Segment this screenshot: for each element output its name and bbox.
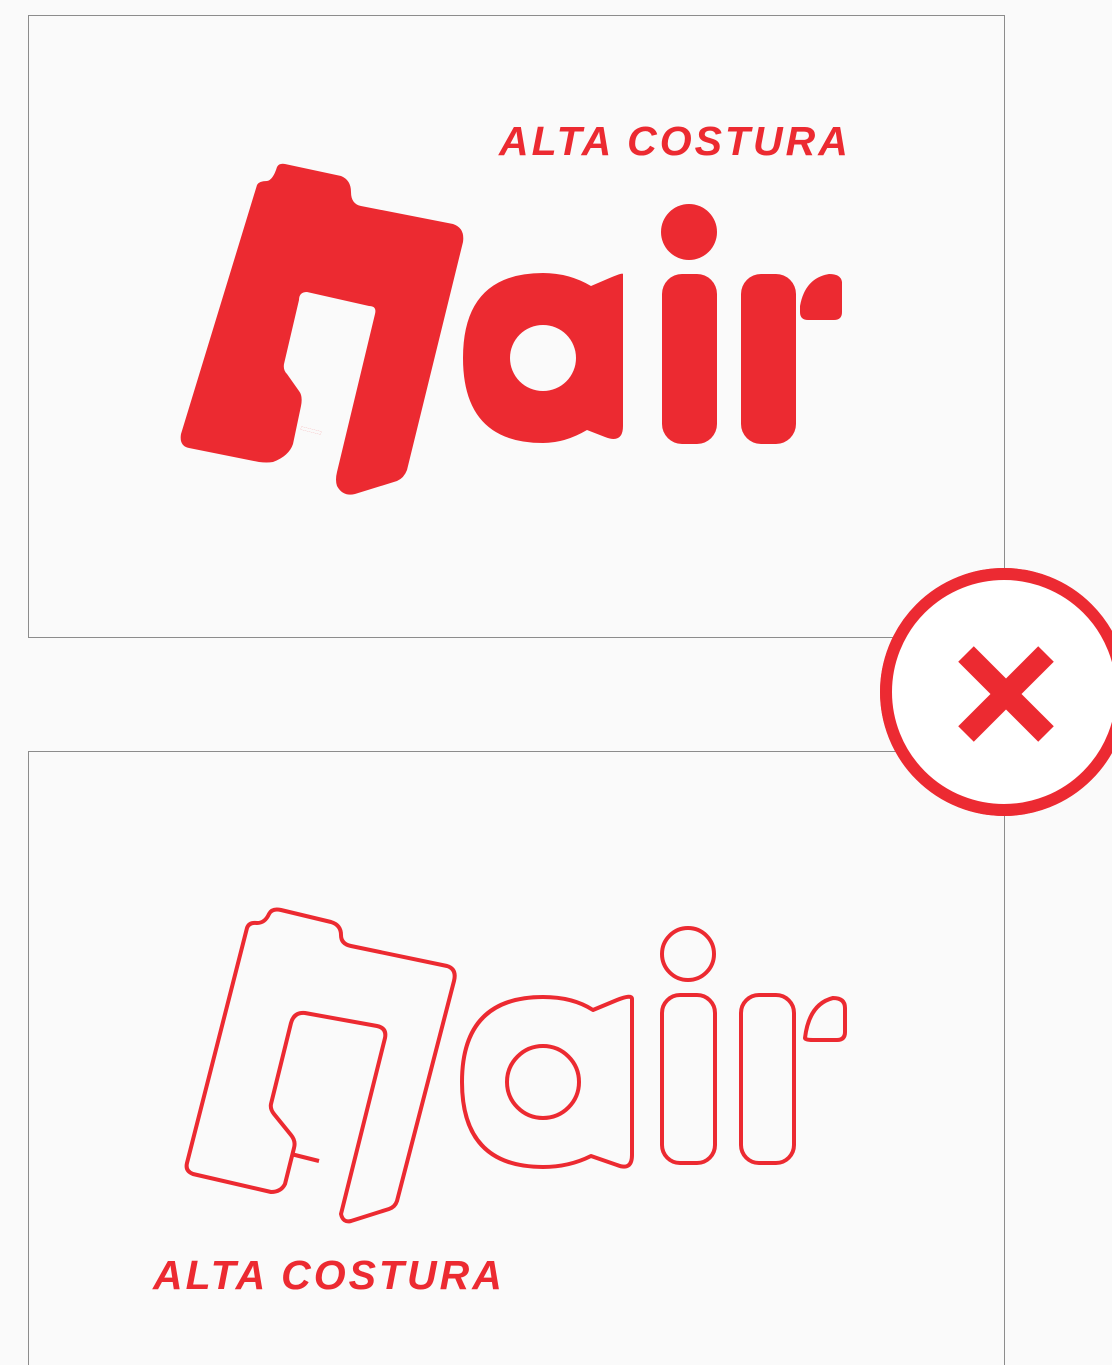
logo-letter-a-outline: [460, 994, 634, 1169]
nair-logo-filled: [180, 163, 842, 495]
logo-letter-i-stem: [662, 274, 717, 444]
logo-letter-r-terminal: [800, 274, 842, 320]
logo-letter-r-stem: [741, 274, 796, 444]
logo-letter-r-terminal-outline: [803, 996, 847, 1042]
logo-letter-i-dot-outline: [660, 926, 716, 982]
logo-letter-r-stem-outline: [739, 993, 796, 1165]
tagline-alta-costura: ALTA COSTURA: [153, 1252, 505, 1298]
logo-letter-n-outline: [184, 907, 457, 1224]
logo-panel-filled: ALTA COSTURA: [28, 15, 1005, 638]
brand-guideline-sheet: ALTA COSTURA ALTA COSTURA: [0, 0, 1112, 1365]
logo-letter-n: [180, 163, 464, 495]
logo-letter-i-stem-outline: [660, 993, 717, 1165]
logo-letter-i-dot: [661, 204, 717, 260]
incorrect-badge: [880, 568, 1112, 816]
logo-panel-outline: ALTA COSTURA: [28, 751, 1005, 1365]
